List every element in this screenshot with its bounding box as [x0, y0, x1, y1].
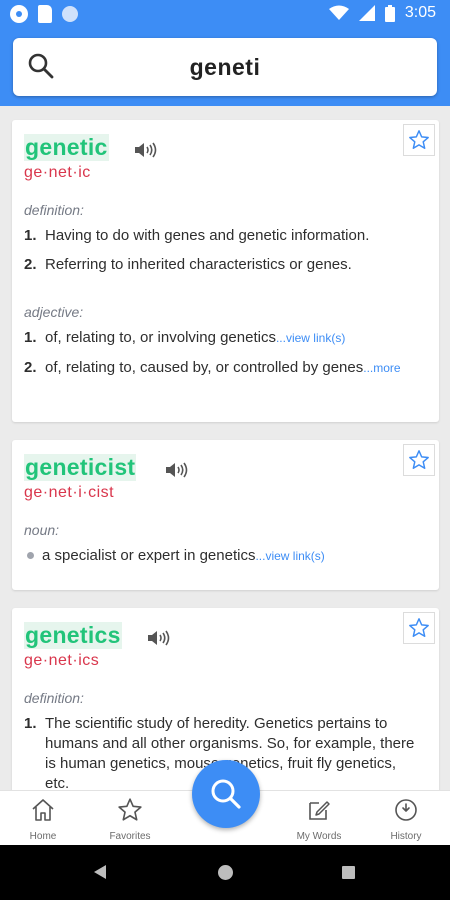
- more-link[interactable]: ...more: [363, 361, 400, 375]
- star-icon: [118, 798, 142, 821]
- speaker-icon[interactable]: [134, 140, 158, 160]
- search-input[interactable]: geneti: [13, 54, 437, 81]
- home-icon: [32, 799, 54, 821]
- view-links-link[interactable]: ...view link(s): [276, 331, 345, 345]
- system-nav-bar: [0, 845, 450, 900]
- results-list[interactable]: genetic ge·net·ic definition: 1. Having …: [0, 106, 450, 790]
- clock: 3:05: [404, 4, 436, 21]
- entry-card-geneticist[interactable]: geneticist ge·net·i·cist noun: a special…: [12, 440, 439, 590]
- settings-notification-icon: [10, 5, 28, 23]
- status-bar: 3:05: [0, 0, 450, 30]
- entry-word: genetics: [24, 622, 122, 649]
- nav-home[interactable]: Home: [8, 797, 78, 842]
- speaker-icon[interactable]: [165, 460, 189, 480]
- entry-card-genetic[interactable]: genetic ge·net·ic definition: 1. Having …: [12, 120, 439, 422]
- part-of-speech: definition:: [24, 690, 84, 706]
- part-of-speech: adjective:: [24, 304, 84, 320]
- nav-my-words[interactable]: My Words: [284, 797, 354, 842]
- favorite-star-button[interactable]: [403, 124, 435, 156]
- view-links-link[interactable]: ...view link(s): [255, 549, 324, 563]
- entry-syllables: ge·net·ics: [24, 652, 100, 669]
- entry-syllables: ge·net·i·cist: [24, 484, 115, 501]
- nav-home-label: Home: [29, 831, 57, 842]
- nav-favorites-label: Favorites: [109, 831, 151, 842]
- battery-icon: [384, 4, 395, 22]
- circle-notification-icon: [62, 6, 78, 22]
- definition-item: 1. Having to do with genes and genetic i…: [24, 227, 370, 244]
- wifi-icon: [328, 5, 349, 20]
- home-circle-icon[interactable]: [218, 865, 233, 880]
- nav-history-label: History: [390, 831, 422, 842]
- star-icon: [409, 618, 429, 637]
- recent-apps-icon[interactable]: [342, 866, 355, 879]
- nav-my-words-label: My Words: [296, 831, 342, 842]
- nav-history[interactable]: History: [371, 797, 441, 842]
- sd-card-icon: [38, 5, 52, 23]
- history-icon: [395, 799, 417, 821]
- bullet-icon: [24, 546, 42, 566]
- search-fab-button[interactable]: [192, 760, 260, 828]
- entry-syllables: ge·net·ic: [24, 164, 91, 181]
- speaker-icon[interactable]: [147, 628, 171, 648]
- favorite-star-button[interactable]: [403, 444, 435, 476]
- signal-icon: [358, 5, 375, 21]
- nav-favorites[interactable]: Favorites: [95, 797, 165, 842]
- entry-word: genetic: [24, 134, 109, 161]
- definition-item: 2. Referring to inherited characteristic…: [24, 256, 352, 273]
- definition-item: 1. of, relating to, or involving genetic…: [24, 329, 346, 346]
- definition-item: 2. of, relating to, caused by, or contro…: [24, 359, 401, 376]
- star-icon: [409, 450, 429, 469]
- back-icon[interactable]: [94, 865, 106, 879]
- definition-item: a specialist or expert in genetics...vie…: [24, 546, 424, 566]
- entry-word: geneticist: [24, 454, 137, 481]
- app-header: geneti: [0, 30, 450, 106]
- search-icon: [211, 779, 241, 809]
- favorite-star-button[interactable]: [403, 612, 435, 644]
- edit-icon: [309, 801, 330, 820]
- part-of-speech: noun:: [24, 522, 60, 538]
- part-of-speech: definition:: [24, 202, 84, 218]
- star-icon: [409, 130, 429, 149]
- search-box[interactable]: geneti: [13, 38, 437, 96]
